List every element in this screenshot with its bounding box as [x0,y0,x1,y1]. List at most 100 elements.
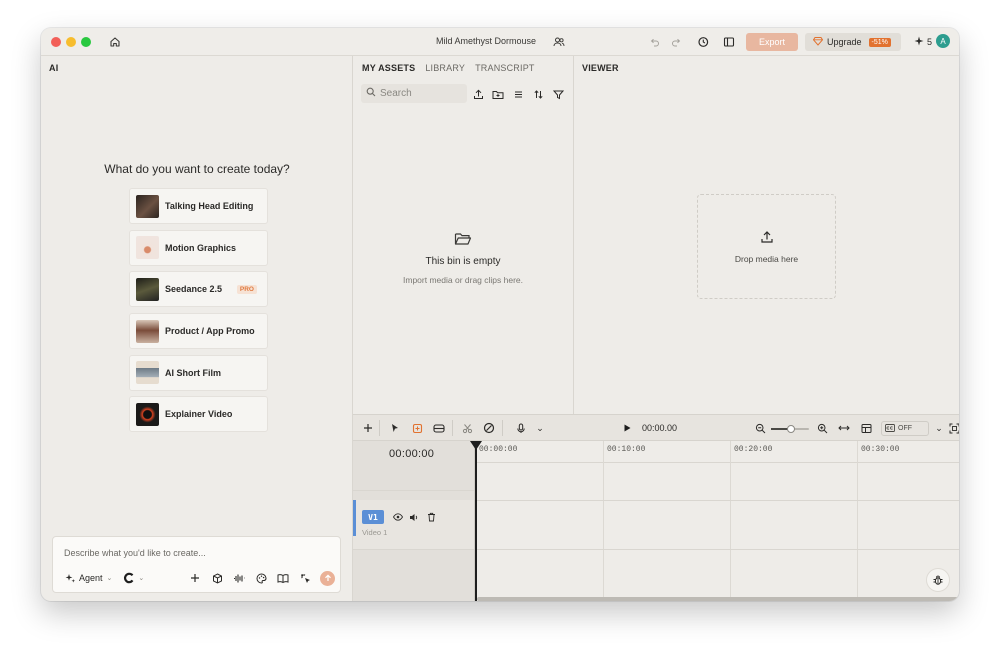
sort-icon[interactable] [531,87,545,101]
new-folder-icon[interactable] [491,87,505,101]
sparkle-icon [914,36,924,48]
upload-icon [760,230,774,246]
track-v1-header[interactable]: V1 Video 1 [353,500,474,549]
collaborators-icon[interactable] [551,34,567,50]
title-bar: Mild Amethyst Dormouse Export Upgrade -5… [41,28,959,56]
template-explainer-video[interactable]: Explainer Video [129,396,268,433]
undo-icon[interactable] [646,34,662,50]
ai-panel-title: AI [49,63,59,73]
ruler-label: 00:20:00 [734,445,773,454]
timeline-horizontal-scrollbar[interactable] [477,597,959,601]
select-tool-icon[interactable] [388,421,402,435]
template-talking-head[interactable]: Talking Head Editing [129,188,268,224]
play-icon[interactable] [620,421,634,435]
book-icon[interactable] [276,571,290,585]
minimize-window-button[interactable] [66,37,76,47]
model-logo-icon[interactable] [122,571,136,585]
captions-chevron-icon[interactable]: ⌄ [932,421,946,435]
captions-toggle[interactable]: OFF [881,421,929,436]
playhead[interactable] [475,441,477,601]
layout-icon[interactable] [721,34,737,50]
template-label: Explainer Video [165,409,233,420]
add-track-icon[interactable] [361,421,375,435]
agent-sparkle-icon [63,571,77,585]
link-clips-icon[interactable] [482,421,496,435]
magic-cursor-icon[interactable] [298,571,312,585]
cube-icon[interactable] [210,571,224,585]
template-label: AI Short Film [165,367,221,378]
zoom-in-icon[interactable] [815,421,829,435]
template-motion-graphics[interactable]: Motion Graphics [129,229,268,266]
microphone-icon[interactable] [514,421,528,435]
trash-icon[interactable] [426,512,436,522]
credits-counter[interactable]: 5 [914,36,932,48]
track-v1-lane[interactable] [475,500,959,549]
user-avatar[interactable]: A [936,34,950,48]
model-chevron-icon[interactable]: ⌄ [138,574,144,582]
template-label: Seedance 2.5 [165,284,223,295]
track-divider [353,490,474,491]
list-view-icon[interactable] [511,87,525,101]
arrow-up-icon [324,574,331,581]
redo-icon[interactable] [668,34,684,50]
template-thumbnail [136,277,159,301]
add-icon[interactable] [188,571,202,585]
agent-mode-label[interactable]: Agent [79,573,103,583]
drop-media-label: Drop media here [734,253,799,264]
upgrade-button[interactable]: Upgrade -51% [805,33,901,51]
home-icon[interactable] [107,34,123,50]
thumbnail-view-icon[interactable] [859,421,873,435]
tab-transcript[interactable]: TRANSCRIPT [475,63,535,73]
upload-icon[interactable] [471,87,485,101]
chat-composer[interactable]: Describe what you'd like to create... Ag… [52,536,341,593]
template-product-promo[interactable]: Product / App Promo [129,313,268,350]
export-button[interactable]: Export [746,33,798,51]
close-window-button[interactable] [51,37,61,47]
history-icon[interactable] [695,34,711,50]
upgrade-label: Upgrade [827,37,862,47]
timeline-ruler[interactable]: 00:00:00 00:10:00 00:20:00 00:30:00 [475,441,959,463]
template-label: Talking Head Editing [165,201,254,211]
folder-open-icon [353,231,573,252]
document-title[interactable]: Mild Amethyst Dormouse [436,36,536,46]
zoom-window-button[interactable] [81,37,91,47]
playhead-handle[interactable] [470,441,482,450]
empty-bin-subtitle: Import media or drag clips here. [403,275,523,285]
create-heading: What do you want to create today? [104,162,290,176]
credits-count: 5 [927,37,933,47]
filter-icon[interactable] [551,87,565,101]
gem-icon [812,36,824,48]
scissors-icon[interactable] [460,421,474,435]
template-seedance[interactable]: Seedance 2.5 PRO [129,271,268,308]
toolbar-separator [379,420,380,436]
track-header-column: 00:00:00 V1 Video 1 [353,441,475,601]
palette-icon[interactable] [254,571,268,585]
zoom-out-icon[interactable] [753,421,767,435]
template-thumbnail [136,236,159,260]
fit-timeline-icon[interactable] [837,421,851,435]
volume-icon[interactable] [409,512,419,522]
zoom-slider-handle[interactable] [787,425,795,433]
assets-tabs: MY ASSETS LIBRARY TRANSCRIPT [362,63,535,73]
fullscreen-icon[interactable] [947,421,959,435]
pro-badge: PRO [236,285,257,295]
tab-my-assets[interactable]: MY ASSETS [362,63,415,73]
chat-input[interactable]: Describe what you'd like to create... [64,548,206,558]
viewer-dropzone[interactable]: Drop media here [697,194,836,299]
search-input[interactable]: Search [380,88,412,99]
send-button[interactable] [320,570,335,586]
zoom-slider-track[interactable] [771,425,809,433]
bug-report-button[interactable] [926,568,950,592]
track-chip[interactable]: V1 [362,510,384,524]
bug-icon [933,575,943,585]
tab-library[interactable]: LIBRARY [425,63,465,73]
template-label: Product / App Promo [165,326,255,337]
template-ai-short-film[interactable]: AI Short Film [129,354,268,391]
magnet-snap-icon[interactable] [410,421,424,435]
ripple-edit-icon[interactable] [432,421,446,435]
assets-search[interactable]: Search [361,84,467,103]
audio-wave-icon[interactable] [232,571,246,585]
mic-options-chevron-icon[interactable]: ⌄ [533,421,547,435]
chevron-down-icon[interactable]: ⌄ [107,574,113,582]
eye-icon[interactable] [393,512,403,522]
